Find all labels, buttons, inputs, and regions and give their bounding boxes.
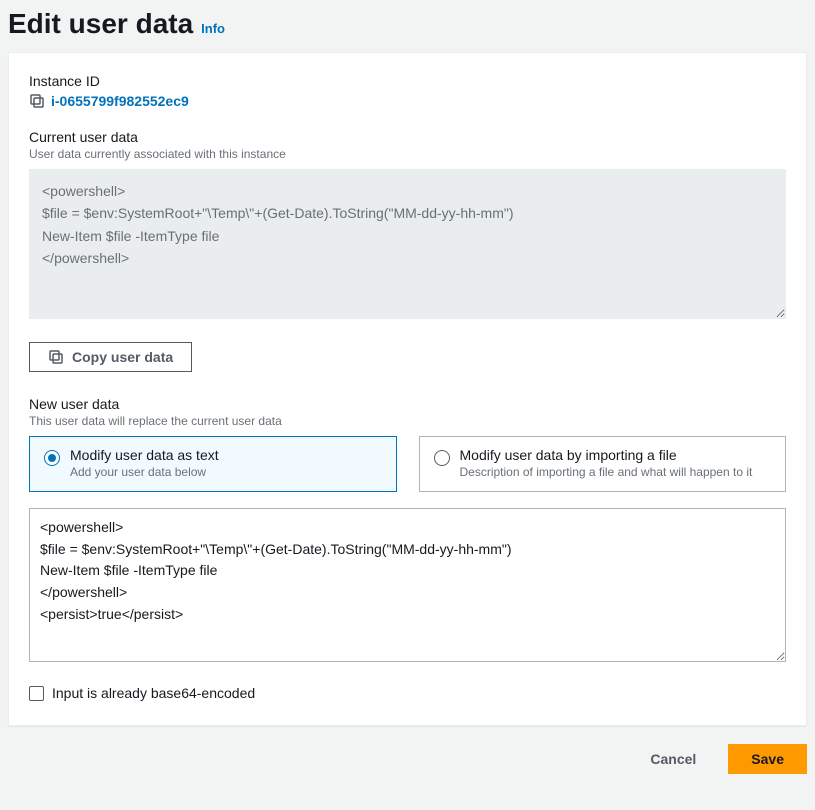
modify-as-text-desc: Add your user data below <box>70 465 382 479</box>
modify-as-text-title: Modify user data as text <box>70 447 382 463</box>
new-user-data-label: New user data <box>29 396 786 412</box>
footer: Cancel Save <box>0 726 815 782</box>
copy-user-data-button[interactable]: Copy user data <box>29 342 192 372</box>
copy-icon <box>48 349 64 365</box>
modify-by-file-option[interactable]: Modify user data by importing a file Des… <box>419 436 787 492</box>
base64-label: Input is already base64-encoded <box>52 685 255 701</box>
current-user-data-label: Current user data <box>29 129 786 145</box>
copy-user-data-label: Copy user data <box>72 349 173 365</box>
user-data-mode-group: Modify user data as text Add your user d… <box>29 436 786 492</box>
cancel-button[interactable]: Cancel <box>632 744 714 774</box>
modify-by-file-title: Modify user data by importing a file <box>460 447 772 463</box>
modify-by-file-desc: Description of importing a file and what… <box>460 465 772 479</box>
radio-icon <box>44 450 60 466</box>
info-link[interactable]: Info <box>201 21 225 36</box>
instance-id-link[interactable]: i-0655799f982552ec9 <box>51 93 189 109</box>
radio-icon <box>434 450 450 466</box>
instance-id-row: i-0655799f982552ec9 <box>29 93 786 109</box>
page-header: Edit user data Info <box>8 8 807 40</box>
base64-row: Input is already base64-encoded <box>29 685 786 701</box>
page-title: Edit user data <box>8 8 193 40</box>
modify-as-text-option[interactable]: Modify user data as text Add your user d… <box>29 436 397 492</box>
base64-checkbox[interactable] <box>29 686 44 701</box>
save-button[interactable]: Save <box>728 744 807 774</box>
new-user-data-desc: This user data will replace the current … <box>29 414 786 428</box>
current-user-data-desc: User data currently associated with this… <box>29 147 786 161</box>
edit-user-data-card: Instance ID i-0655799f982552ec9 Current … <box>8 52 807 726</box>
current-user-data-textarea[interactable] <box>29 169 786 319</box>
instance-id-label: Instance ID <box>29 73 786 89</box>
new-user-data-textarea[interactable] <box>29 508 786 662</box>
copy-icon[interactable] <box>29 93 45 109</box>
